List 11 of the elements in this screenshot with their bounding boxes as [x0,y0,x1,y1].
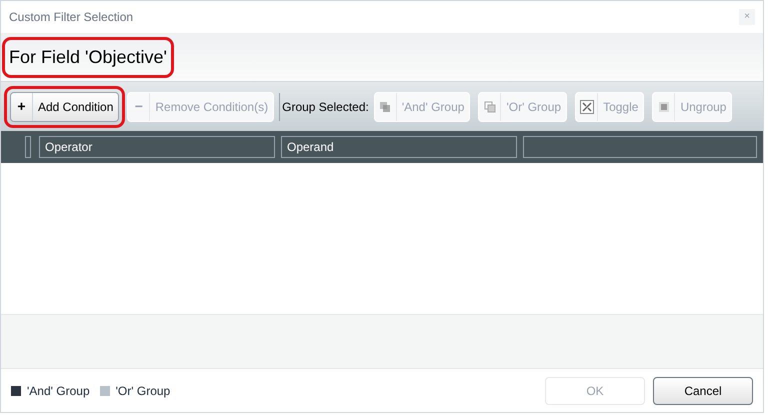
column-grip [25,136,31,158]
legend-label: 'And' Group [27,382,90,400]
close-button[interactable]: × [739,9,755,25]
dialog-button[interactable]: Cancel [653,376,753,404]
column-header[interactable]: Operand [281,136,517,158]
legend-label: 'Or' Group [116,382,170,400]
filter-heading: For Field 'Objective' [9,46,167,66]
column-header[interactable]: Operator [39,136,275,158]
toolbar-button[interactable]: + Add Condition [10,92,120,122]
group-label: Group Selected: [282,98,369,116]
window-title: Custom Filter Selection [9,9,134,26]
